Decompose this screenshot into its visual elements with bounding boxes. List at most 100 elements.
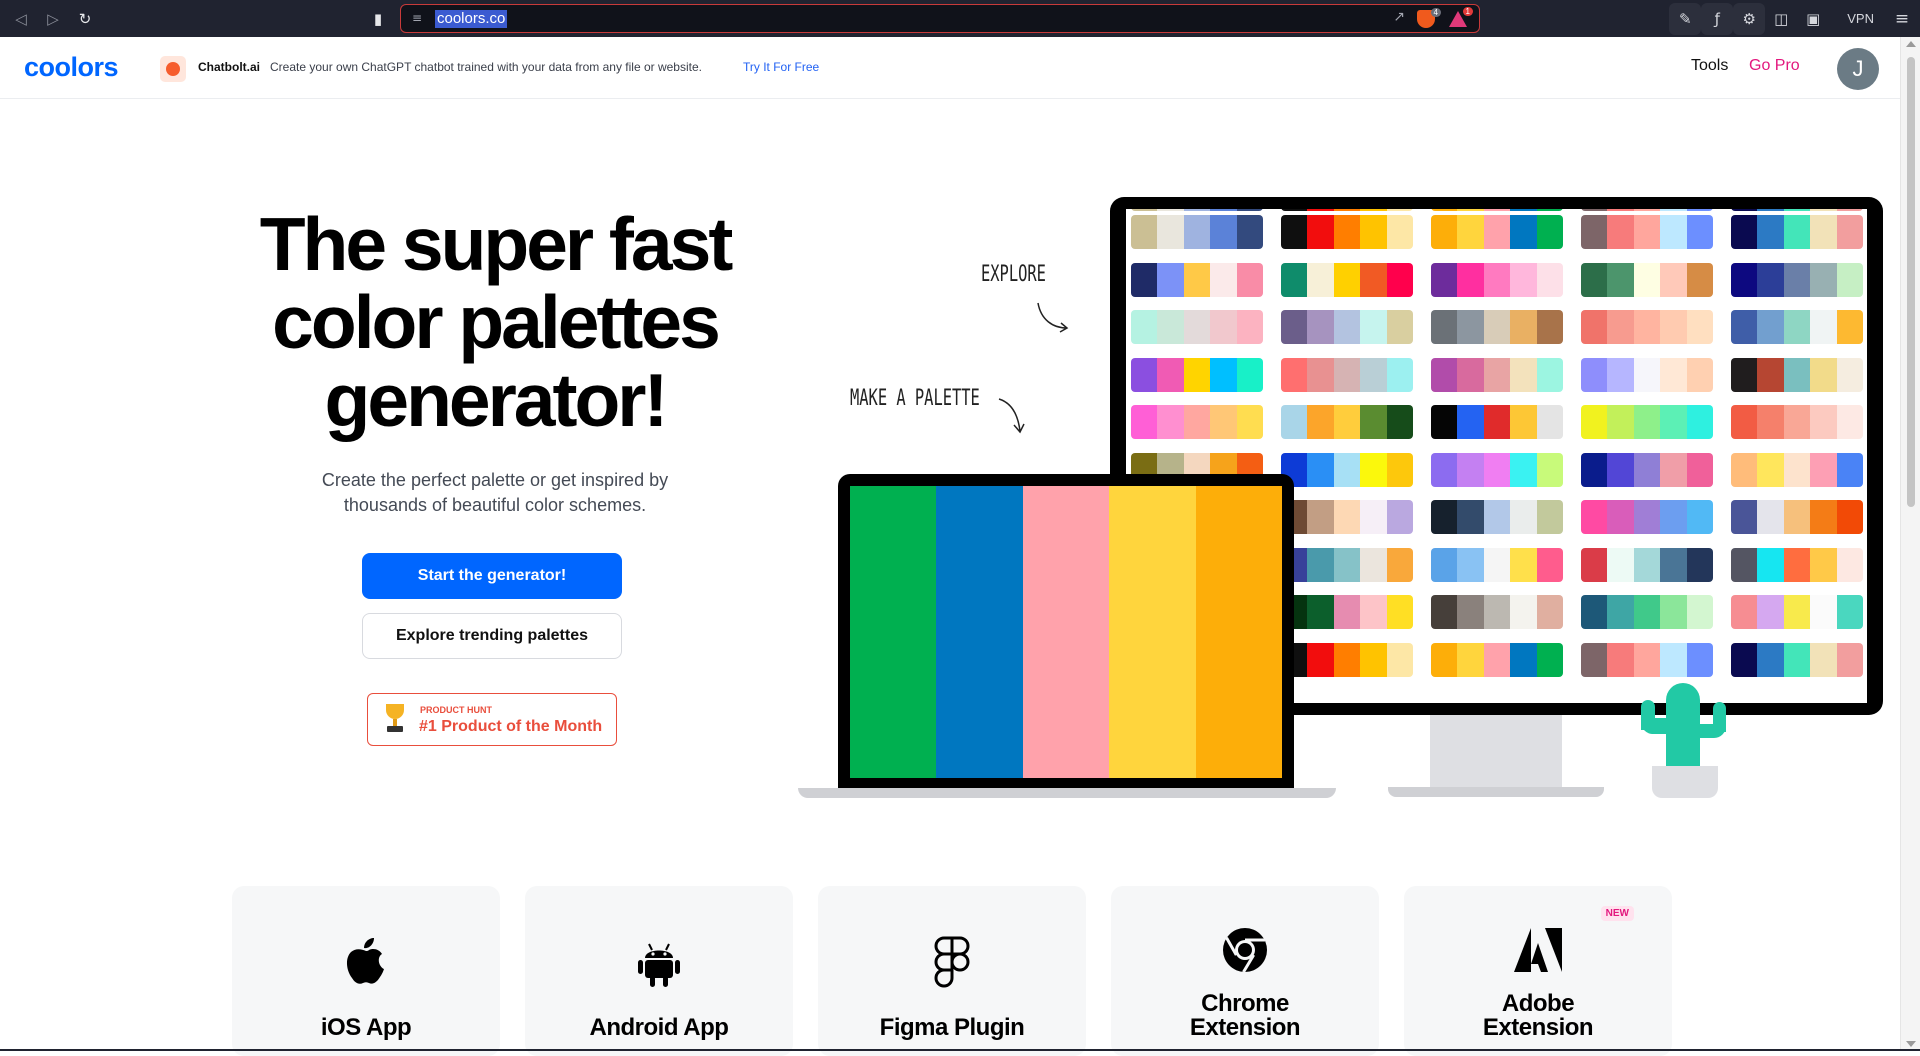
product-hunt-award: #1 Product of the Month — [419, 718, 603, 735]
android-app-title: Android App — [589, 1014, 729, 1041]
user-avatar[interactable]: J — [1837, 48, 1879, 90]
chatbolt-logo-icon[interactable] — [160, 56, 186, 82]
ad-try-link[interactable]: Try It For Free — [743, 60, 819, 74]
palette-swatch — [1731, 642, 1758, 677]
hero-subtitle: Create the perfect palette or get inspir… — [270, 468, 720, 518]
palette-swatch — [1360, 547, 1387, 582]
share-icon[interactable]: ↗ — [1393, 9, 1405, 25]
android-app-card[interactable]: Android App — [525, 886, 793, 1056]
palette-swatch — [1660, 547, 1687, 582]
start-generator-button[interactable]: Start the generator! — [362, 553, 622, 599]
scroll-down-arrow[interactable] — [1906, 1041, 1916, 1047]
ios-app-card[interactable]: iOS App — [232, 886, 500, 1056]
palette-swatch — [1510, 357, 1537, 392]
coolors-logo[interactable]: coolors — [24, 52, 119, 83]
palette-swatch — [1236, 405, 1263, 439]
palette-swatch — [1210, 209, 1237, 211]
url-text[interactable]: coolors.co — [435, 10, 508, 28]
chrome-extension-card[interactable]: Chrome Extension — [1111, 886, 1379, 1056]
back-icon[interactable]: ◁ — [10, 8, 32, 30]
palette-swatch — [1281, 209, 1308, 211]
figma-plugin-card[interactable]: Figma Plugin — [818, 886, 1086, 1056]
color-picker-extension-icon[interactable]: ✎ — [1669, 2, 1702, 35]
palette-swatch — [1607, 215, 1634, 249]
palette-swatch — [1510, 262, 1537, 297]
palette-swatch — [1757, 262, 1784, 297]
palette-swatch — [1431, 262, 1458, 297]
palette-swatch — [1157, 310, 1184, 344]
palette-swatch — [1660, 262, 1687, 297]
palette-swatch — [1757, 215, 1784, 249]
palette-swatch — [1457, 547, 1484, 582]
ad-brand[interactable]: Chatbolt.ai — [198, 60, 260, 74]
palette-swatch — [1210, 262, 1237, 297]
palette-card — [1581, 215, 1713, 249]
palette-swatch — [1686, 357, 1713, 392]
palette-card — [1281, 500, 1413, 534]
palette-swatch — [1660, 357, 1687, 392]
wallet-icon[interactable]: ▣ — [1797, 3, 1829, 35]
palette-card — [1581, 595, 1713, 629]
sidebar-icon[interactable]: ◫ — [1765, 3, 1797, 35]
laptop-swatch-4 — [1109, 486, 1196, 778]
palette-swatch — [1131, 262, 1158, 297]
nav-go-pro[interactable]: Go Pro — [1749, 57, 1800, 75]
explore-trending-button[interactable]: Explore trending palettes — [362, 613, 622, 659]
page-scrollbar[interactable] — [1900, 37, 1920, 1051]
palette-swatch — [1510, 452, 1537, 487]
menu-icon[interactable]: ≡ — [1884, 9, 1920, 29]
explore-handwritten-label: EXPLORE — [981, 262, 1046, 287]
palette-swatch — [1836, 405, 1863, 439]
palette-swatch — [1157, 215, 1184, 249]
palette-swatch — [1483, 357, 1511, 392]
palette-card — [1731, 357, 1863, 392]
palette-swatch — [1536, 452, 1563, 487]
adobe-extension-card[interactable]: NEW Adobe Extension — [1404, 886, 1672, 1056]
palette-swatch — [1660, 405, 1687, 439]
palette-swatch — [1783, 547, 1811, 582]
palette-swatch — [1783, 642, 1811, 677]
palette-card — [1731, 547, 1863, 582]
scroll-up-arrow[interactable] — [1906, 41, 1916, 47]
monitor-base — [1388, 787, 1604, 797]
palette-swatch — [1307, 215, 1334, 249]
palette-swatch — [1236, 357, 1263, 392]
site-settings-icon[interactable]: ≡ — [412, 11, 422, 25]
product-hunt-badge[interactable]: PRODUCT HUNT #1 Product of the Month — [367, 693, 617, 746]
palette-swatch — [1731, 547, 1758, 582]
palette-swatch — [1307, 642, 1334, 677]
chrome-icon — [1111, 926, 1379, 979]
laptop-swatch-3 — [1022, 486, 1110, 778]
palette-card — [1581, 452, 1713, 487]
palette-swatch — [1360, 452, 1387, 487]
palette-card — [1131, 405, 1263, 439]
vpn-button[interactable]: VPN — [1829, 11, 1884, 26]
scroll-thumb[interactable] — [1907, 57, 1915, 507]
palette-swatch — [1607, 310, 1634, 344]
palette-swatch — [1686, 547, 1713, 582]
bookmark-icon[interactable]: ▮ — [367, 8, 389, 30]
forward-icon[interactable]: ▷ — [42, 8, 64, 30]
font-extension-icon[interactable]: ƒ — [1701, 2, 1734, 35]
extensions-icon[interactable]: ⚙ — [1733, 2, 1766, 35]
palette-swatch — [1783, 209, 1811, 211]
palette-swatch — [1360, 310, 1387, 344]
palette-swatch — [1483, 452, 1511, 487]
palette-swatch — [1633, 452, 1661, 487]
ad-text[interactable]: Create your own ChatGPT chatbot trained … — [270, 60, 702, 74]
palette-card — [1281, 209, 1413, 211]
palette-card — [1431, 642, 1563, 677]
reload-icon[interactable]: ↻ — [74, 8, 96, 30]
address-bar[interactable]: ≡ coolors.co ↗ 4 1 — [400, 4, 1480, 33]
nav-tools[interactable]: Tools — [1691, 57, 1728, 75]
palette-card — [1431, 209, 1563, 211]
palette-swatch — [1686, 262, 1713, 297]
new-badge: NEW — [1600, 906, 1634, 921]
palette-swatch — [1510, 310, 1537, 344]
palette-swatch — [1783, 500, 1811, 534]
laptop-swatch-5 — [1195, 486, 1283, 778]
palette-card — [1731, 595, 1863, 629]
palette-card — [1281, 262, 1413, 297]
palette-card — [1581, 500, 1713, 534]
palette-swatch — [1483, 209, 1511, 211]
